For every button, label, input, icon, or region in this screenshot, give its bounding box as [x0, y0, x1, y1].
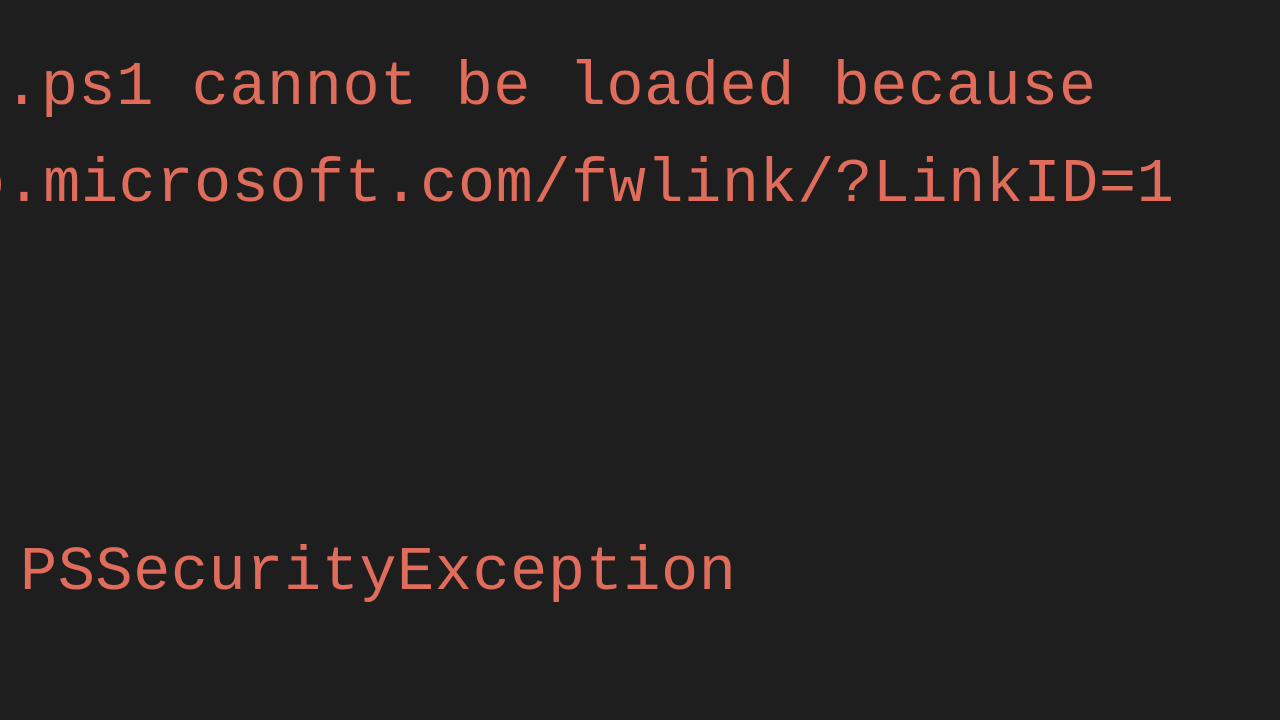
error-exception-type: PSSecurityException: [20, 525, 736, 621]
terminal-error-output: mon.ps1 cannot be loaded because go.micr…: [0, 0, 1280, 720]
error-message-line-1: mon.ps1 cannot be loaded because: [0, 40, 1097, 136]
error-message-line-2: go.microsoft.com/fwlink/?LinkID=1: [0, 137, 1174, 233]
